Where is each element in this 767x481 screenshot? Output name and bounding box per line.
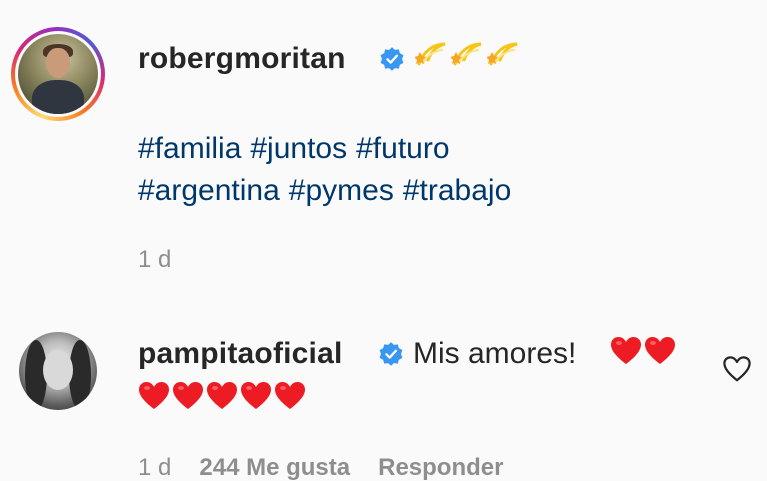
comment-text: Mis amores! [413,337,577,370]
commenter-username[interactable]: pampitaoficial [138,339,343,369]
hashtag-link[interactable]: #pymes [289,174,394,207]
red-heart-emoji-icon [275,382,305,409]
red-heart-emoji-icon [207,382,237,409]
reply-button[interactable]: Responder [378,456,503,480]
comment-timestamp[interactable]: 1 d [138,456,171,480]
hashtag-link[interactable]: #argentina [138,174,280,207]
like-heart-outline-icon[interactable] [722,355,752,383]
red-heart-emoji-icon [645,337,675,364]
emoji-group [415,38,521,68]
author-avatar-story-ring[interactable] [11,27,105,121]
author-avatar[interactable] [18,34,98,114]
comment-meta-row: 1 d 244 Me gusta Responder [138,456,503,480]
hashtag-link[interactable]: #trabajo [403,174,511,207]
hashtag-line-1: #familia #juntos #futuro [138,128,520,170]
heart-emoji-group [138,381,306,411]
dizzy-emoji-icon [451,42,482,66]
hashtag-link[interactable]: #futuro [356,132,449,165]
comment-likes-count[interactable]: 244 Me gusta [199,456,350,480]
dizzy-emoji-icon [487,42,518,66]
verified-badge-icon [379,342,403,366]
hashtag-line-2: #argentina #pymes #trabajo [138,170,520,212]
heart-emoji-group [610,336,676,366]
red-heart-emoji-icon [139,382,169,409]
comments-panel: robergmoritan #familia #juntos #futuro #ar… [0,0,767,481]
red-heart-emoji-icon [611,337,641,364]
verified-badge-icon [380,47,404,71]
post-timestamp[interactable]: 1 d [138,248,171,272]
red-heart-emoji-icon [241,382,271,409]
commenter-avatar[interactable] [19,332,97,410]
hashtag-link[interactable]: #juntos [250,132,347,165]
caption-hashtags: #familia #juntos #futuro #argentina #pymes #… [138,128,520,212]
author-username[interactable]: robergmoritan [138,44,346,74]
red-heart-emoji-icon [173,382,203,409]
hashtag-link[interactable]: #familia [138,132,241,165]
dizzy-emoji-icon [415,42,446,66]
